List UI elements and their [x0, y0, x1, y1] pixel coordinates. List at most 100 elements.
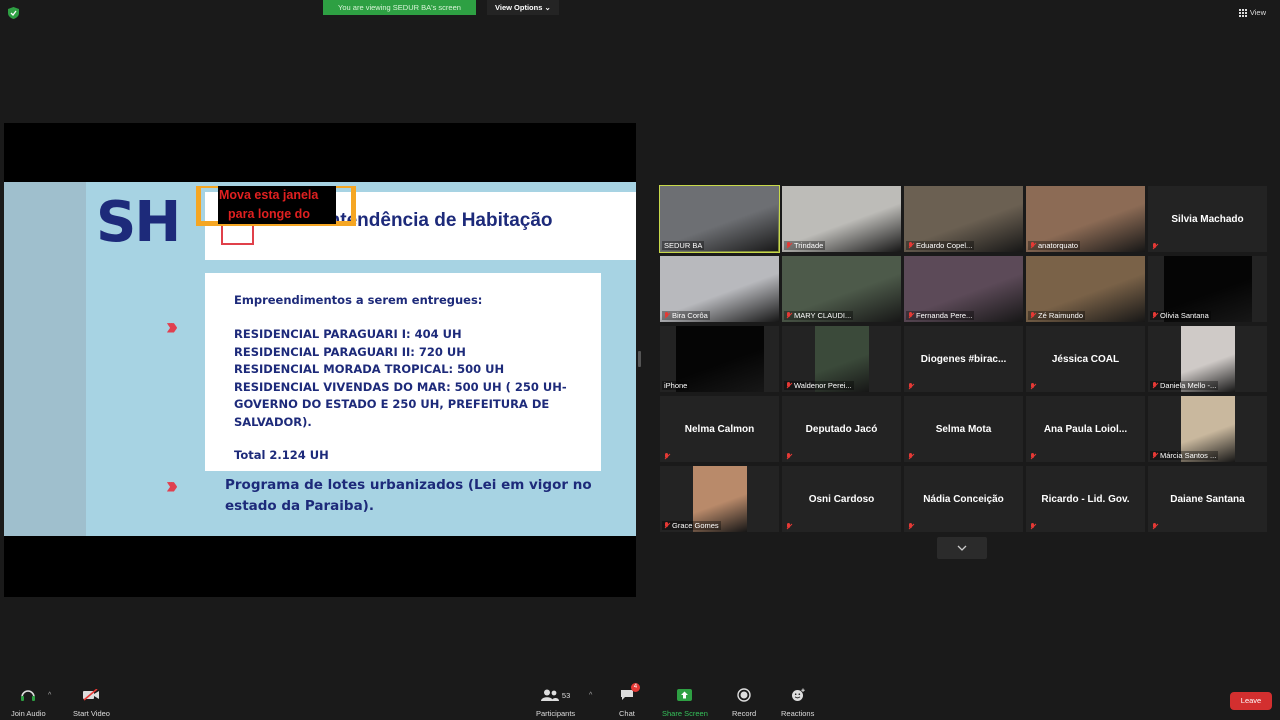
- zoom-meeting-window: You are viewing SEDUR BA's screen View O…: [0, 0, 1280, 720]
- list-item: GOVERNO DO ESTADO E 250 UH, PREFEITURA D…: [234, 397, 550, 429]
- reactions-label: Reactions: [781, 709, 815, 718]
- participant-status: [784, 453, 794, 460]
- list-item: RESIDENCIAL MORADA TROPICAL: 500 UH: [234, 362, 505, 376]
- total-line: Total 2.124 UH: [234, 448, 329, 462]
- participant-tile[interactable]: iPhone: [660, 326, 779, 392]
- participant-name-label: anatorquato: [1028, 241, 1081, 250]
- participant-name-label: MARY CLAUDI...: [784, 311, 854, 320]
- mic-muted-icon: [908, 383, 914, 390]
- participant-tile[interactable]: Osni Cardoso: [782, 466, 901, 532]
- participant-tile[interactable]: Selma Mota: [904, 396, 1023, 462]
- participant-name-label: Waldenor Perei...: [784, 381, 854, 390]
- participant-name: Grace Gomes: [672, 521, 719, 530]
- viewing-screen-banner: You are viewing SEDUR BA's screen: [323, 0, 476, 15]
- participants-options-caret-icon[interactable]: ^: [589, 692, 592, 699]
- program-text: Programa de lotes urbanizados (Lei em vi…: [225, 475, 592, 517]
- participant-name: Eduardo Copel...: [916, 241, 973, 250]
- program-line: Programa de lotes urbanizados (Lei em vi…: [225, 477, 592, 493]
- mic-muted-icon: [1152, 523, 1158, 530]
- participants-label: Participants: [536, 709, 576, 718]
- mic-muted-icon: [1152, 243, 1158, 250]
- presentation-slide: SH rintendência de Habitação Mova esta j…: [4, 182, 636, 536]
- video-off-icon: [83, 689, 100, 701]
- participant-name: Zé Raimundo: [1038, 311, 1084, 320]
- view-options-button[interactable]: View Options ⌄: [487, 0, 559, 15]
- participant-tile[interactable]: Deputado Jacó: [782, 396, 901, 462]
- participant-name: Nelma Calmon: [684, 423, 755, 435]
- mic-muted-icon: [908, 312, 914, 319]
- participant-tile[interactable]: Jéssica COAL: [1026, 326, 1145, 392]
- participant-tile[interactable]: Ricardo - Lid. Gov.: [1026, 466, 1145, 532]
- participant-name-label: Olivia Santana: [1150, 311, 1211, 320]
- headphones-icon: [21, 690, 36, 701]
- gallery-view-button[interactable]: View: [1238, 8, 1266, 17]
- encryption-shield-icon[interactable]: [8, 7, 19, 19]
- mic-muted-icon: [786, 382, 792, 389]
- participant-tile[interactable]: Márcia Santos ...: [1148, 396, 1267, 462]
- participant-tile[interactable]: Zé Raimundo: [1026, 256, 1145, 322]
- chevrons-icon: ›››: [166, 313, 178, 340]
- participant-tile[interactable]: Daniela Mello -...: [1148, 326, 1267, 392]
- participant-name: Trindade: [794, 241, 824, 250]
- participant-name: Waldenor Perei...: [794, 381, 852, 390]
- panel-splitter-handle[interactable]: [638, 351, 641, 367]
- share-screen-icon: [677, 689, 693, 701]
- mic-muted-icon: [1152, 452, 1158, 459]
- share-screen-button[interactable]: Share Screen: [662, 686, 708, 718]
- leave-button[interactable]: Leave: [1230, 692, 1272, 710]
- participant-tile[interactable]: Nelma Calmon: [660, 396, 779, 462]
- participant-status: [784, 523, 794, 530]
- participant-name-label: Eduardo Copel...: [906, 241, 975, 250]
- chat-button[interactable]: 4 Chat: [619, 683, 640, 718]
- participant-name: Silvia Machado: [1171, 213, 1244, 225]
- participant-tile[interactable]: Eduardo Copel...: [904, 186, 1023, 252]
- participant-tile[interactable]: anatorquato: [1026, 186, 1145, 252]
- overlay-note: Mova esta janela para longe do: [218, 186, 336, 224]
- participant-tile[interactable]: Waldenor Perei...: [782, 326, 901, 392]
- mic-muted-icon: [908, 523, 914, 530]
- participant-tile[interactable]: Daiane Santana: [1148, 466, 1267, 532]
- participant-tile[interactable]: Ana Paula Loiol...: [1026, 396, 1145, 462]
- reactions-button[interactable]: Reactions: [781, 686, 814, 718]
- participant-tile[interactable]: MARY CLAUDI...: [782, 256, 901, 322]
- participant-status: [1028, 453, 1038, 460]
- participant-tile[interactable]: Olivia Santana: [1148, 256, 1267, 322]
- view-options-label: View Options: [495, 3, 543, 12]
- participant-name: SEDUR BA: [664, 241, 703, 250]
- gallery-next-page-button[interactable]: [937, 537, 987, 559]
- mic-muted-icon: [664, 312, 670, 319]
- participant-tile[interactable]: Trindade: [782, 186, 901, 252]
- record-button[interactable]: Record: [732, 686, 756, 718]
- participant-status: [662, 453, 672, 460]
- chevron-down-icon: [957, 545, 967, 551]
- slide-content-box: Empreendimentos a serem entregues: RESID…: [205, 273, 601, 471]
- participant-tile[interactable]: Grace Gomes: [660, 466, 779, 532]
- shared-screen[interactable]: SH rintendência de Habitação Mova esta j…: [4, 123, 636, 597]
- participant-name: Ana Paula Loiol...: [1043, 423, 1128, 435]
- list-item: RESIDENCIAL VIVENDAS DO MAR: 500 UH ( 25…: [234, 379, 567, 394]
- participant-status: [906, 523, 916, 530]
- join-audio-button[interactable]: Join Audio: [11, 686, 46, 718]
- participant-tile[interactable]: Bira Corôa: [660, 256, 779, 322]
- participant-name-label: Grace Gomes: [662, 521, 721, 530]
- participant-tile[interactable]: Fernanda Pere...: [904, 256, 1023, 322]
- participants-icon: [540, 689, 559, 701]
- record-icon: [737, 688, 751, 702]
- mic-muted-icon: [1152, 382, 1158, 389]
- audio-options-caret-icon[interactable]: ^: [48, 692, 51, 699]
- participant-status: [1028, 523, 1038, 530]
- participant-tile[interactable]: Silvia Machado: [1148, 186, 1267, 252]
- participant-tile[interactable]: Diogenes #birac...: [904, 326, 1023, 392]
- participant-name-label: Daniela Mello -...: [1150, 381, 1219, 390]
- participant-name-label: Fernanda Pere...: [906, 311, 975, 320]
- participant-tile[interactable]: SEDUR BA: [659, 185, 780, 253]
- participant-name: MARY CLAUDI...: [794, 311, 852, 320]
- participant-tile[interactable]: Nádia Conceição: [904, 466, 1023, 532]
- record-label: Record: [732, 709, 757, 718]
- participant-name: Olivia Santana: [1160, 311, 1209, 320]
- participant-status: [1028, 383, 1038, 390]
- mic-muted-icon: [786, 312, 792, 319]
- participants-button[interactable]: 53 Participants: [536, 686, 575, 718]
- start-video-button[interactable]: Start Video: [73, 686, 110, 718]
- participant-name-label: Trindade: [784, 241, 826, 250]
